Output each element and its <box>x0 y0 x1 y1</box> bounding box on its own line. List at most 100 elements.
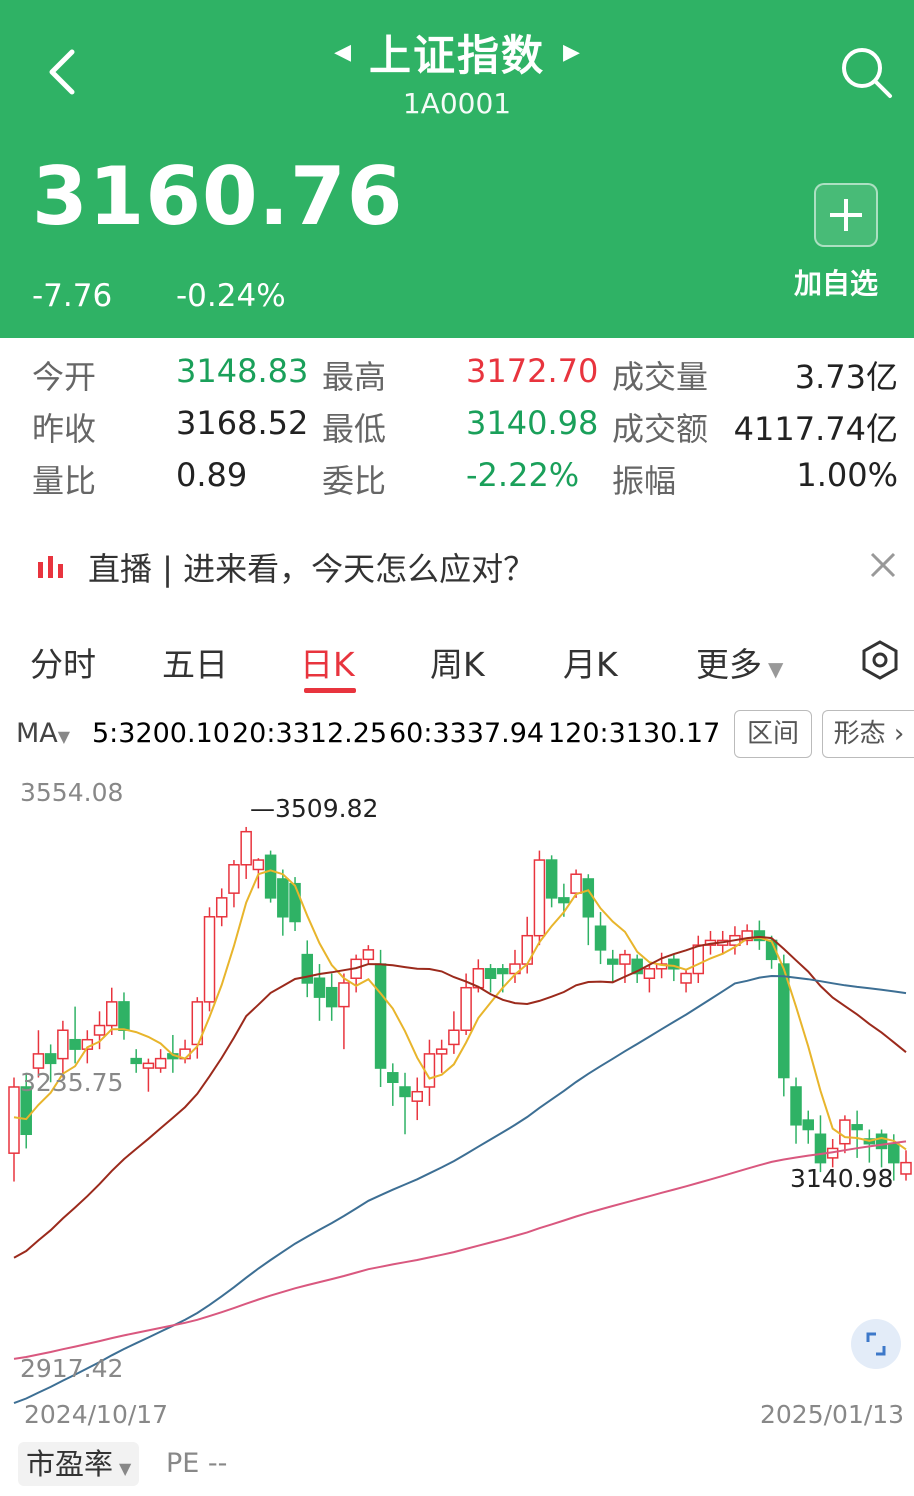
high-value: 3509.82 <box>275 794 379 823</box>
chevron-down-icon: ▼ <box>768 657 784 681</box>
stat-value: 4117.74亿 <box>733 410 898 448</box>
y-axis-mid-label: 3235.75 <box>20 1068 124 1097</box>
ma-selector[interactable]: MA▼ <box>16 718 70 749</box>
candle <box>277 878 289 918</box>
candle <box>325 986 338 1008</box>
tab-intraday[interactable]: 分时 <box>30 638 96 686</box>
candle <box>8 1086 20 1154</box>
ma-line <box>13 1140 907 1360</box>
stat-label: 最高 <box>322 358 387 396</box>
candle <box>460 986 472 1031</box>
candle <box>362 949 375 961</box>
candle <box>118 1001 130 1031</box>
x-axis-start-label: 2024/10/17 <box>24 1400 169 1429</box>
ma-line <box>13 974 907 1405</box>
plus-icon <box>830 199 862 231</box>
stat-label: 委比 <box>322 462 387 500</box>
kline-chart[interactable]: 3554.08 3235.75 2917.42 2024/10/17 2025/… <box>0 760 914 1440</box>
stats-row: 今开 3148.83 最高 3172.70 成交量 3.73亿 <box>0 352 914 398</box>
pattern-label: 形态 <box>833 719 886 749</box>
chart-period-tabs: 分时 五日 日K 周K 月K 更多 ▼ <box>0 630 914 693</box>
candle <box>32 1053 45 1069</box>
stat-label: 今开 <box>32 358 97 396</box>
pe-selector-label: 市盈率 <box>26 1447 114 1481</box>
caret-down-icon: ▼ <box>57 727 71 746</box>
candle <box>57 1029 69 1060</box>
candle <box>484 968 497 979</box>
candle <box>289 882 301 923</box>
candle <box>692 944 705 975</box>
tab-more[interactable]: 更多 ▼ <box>696 638 783 686</box>
candle <box>888 1142 900 1164</box>
candle <box>619 953 631 965</box>
stat-label: 最低 <box>322 410 387 448</box>
stat-value: 3.73亿 <box>794 358 898 396</box>
pattern-button[interactable]: 形态 › <box>822 710 914 758</box>
candle <box>423 1053 436 1088</box>
y-axis-bottom-label: 2917.42 <box>20 1354 124 1383</box>
y-axis-top-label: 3554.08 <box>20 778 124 807</box>
caret-down-icon: ▼ <box>119 1459 132 1478</box>
stat-value: 0.89 <box>176 456 248 494</box>
expand-chart-icon[interactable] <box>850 1318 902 1370</box>
ma-line <box>13 869 907 1151</box>
tab-daily-k[interactable]: 日K <box>300 638 355 686</box>
candle <box>374 963 387 1069</box>
candle <box>875 1133 888 1150</box>
add-watchlist-button[interactable] <box>814 183 878 247</box>
candle <box>839 1119 851 1145</box>
candle <box>606 958 619 965</box>
candle <box>215 897 228 918</box>
stats-row: 昨收 3168.52 最低 3140.98 成交额 4117.74亿 <box>0 404 914 450</box>
candle <box>338 982 350 1008</box>
stat-value: 1.00% <box>796 456 898 494</box>
ma20-value: 20:3312.25 <box>232 718 388 749</box>
valuation-bar: 市盈率 ▼ PE -- <box>0 1436 914 1496</box>
next-stock-icon[interactable]: ▶ <box>563 40 580 65</box>
tab-five-day[interactable]: 五日 <box>162 638 228 686</box>
tab-more-label: 更多 <box>696 645 762 684</box>
ma60-value: 60:3337.94 <box>389 718 545 749</box>
candle <box>802 1119 814 1131</box>
tab-weekly-k[interactable]: 周K <box>430 638 485 686</box>
price-change-percent: -0.24% <box>176 278 286 314</box>
candle <box>533 859 546 937</box>
candle <box>435 1048 448 1055</box>
stock-name: 上证指数 <box>368 31 545 80</box>
candle <box>411 1090 423 1102</box>
live-bars-icon <box>38 556 63 578</box>
candle <box>252 859 265 871</box>
candle <box>558 897 570 904</box>
add-watchlist-label[interactable]: 加自选 <box>794 262 878 302</box>
stat-label: 成交额 <box>612 410 709 448</box>
stock-header: ◀ 上证指数 ▶ 1A0001 3160.76 -7.76 -0.24% 加自选 <box>0 0 914 338</box>
kline-svg <box>8 826 912 1405</box>
candle <box>497 968 509 975</box>
candle <box>93 1024 106 1036</box>
stat-label: 量比 <box>32 462 97 500</box>
candle <box>203 916 216 1003</box>
close-icon[interactable] <box>868 550 898 580</box>
ma-line <box>13 935 907 1259</box>
stat-value: 3140.98 <box>466 404 599 442</box>
candle <box>240 830 252 866</box>
live-banner[interactable]: 直播 | 进来看，今天怎么应对？ <box>36 540 896 590</box>
pe-value: PE -- <box>166 1448 228 1479</box>
stat-value: -2.22% <box>466 456 580 494</box>
candle <box>900 1161 912 1175</box>
prev-stock-icon[interactable]: ◀ <box>334 40 351 65</box>
candle <box>570 873 582 894</box>
fullscreen-icon[interactable] <box>850 662 900 712</box>
candle <box>582 878 595 918</box>
range-button[interactable]: 区间 <box>734 710 812 758</box>
search-icon[interactable] <box>836 42 896 102</box>
stat-label: 成交量 <box>612 358 709 396</box>
stat-value: 3172.70 <box>466 352 599 390</box>
pe-selector[interactable]: 市盈率 ▼ <box>18 1442 140 1486</box>
candle <box>814 1133 827 1164</box>
candle <box>594 925 607 951</box>
candle <box>142 1062 155 1069</box>
ma-indicator-row: MA▼ 5:3200.10 20:3312.25 60:3337.94 120:… <box>0 708 914 760</box>
candle <box>545 859 558 899</box>
tab-monthly-k[interactable]: 月K <box>563 638 618 686</box>
